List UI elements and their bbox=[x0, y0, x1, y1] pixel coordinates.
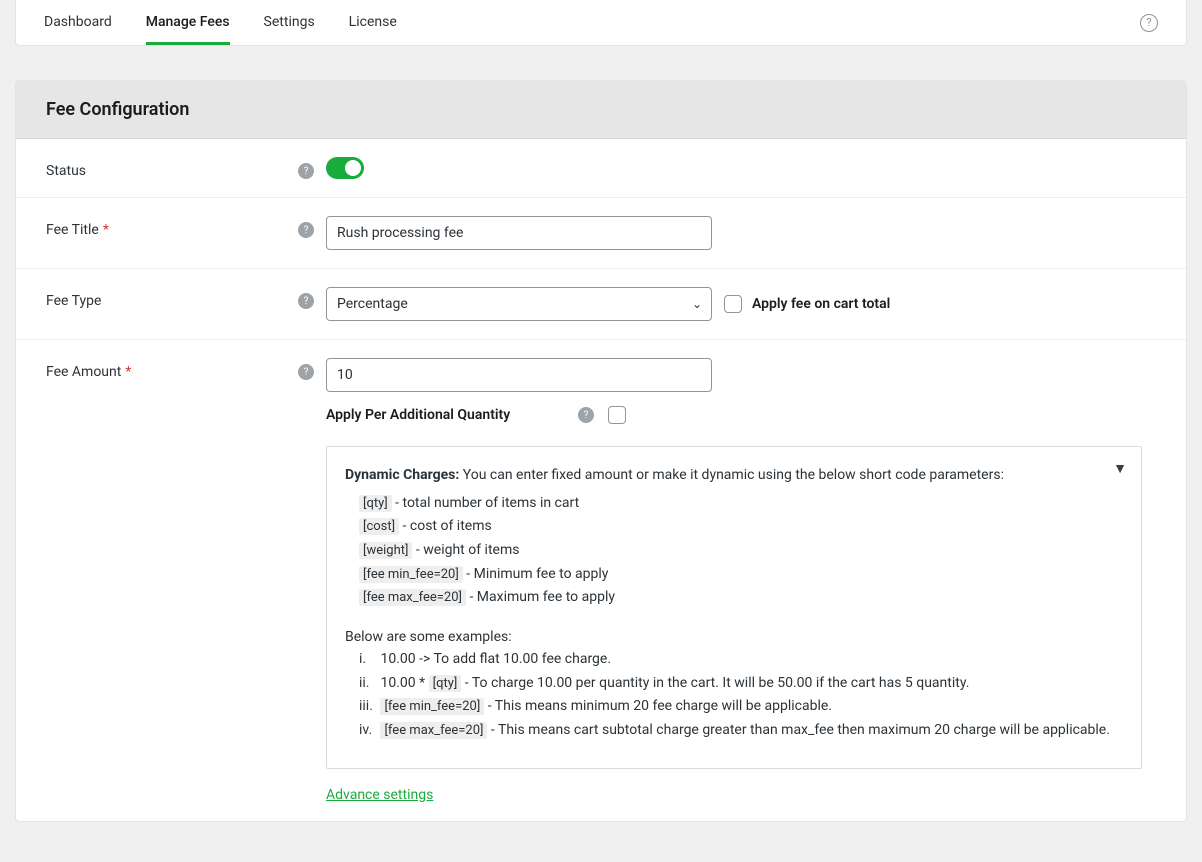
apq-checkbox[interactable] bbox=[608, 406, 626, 424]
help-icon[interactable]: ? bbox=[1140, 14, 1158, 32]
examples-list: i. 10.00 -> To add flat 10.00 fee charge… bbox=[359, 649, 1123, 742]
fee-config-card: Fee Configuration Status ? Fee Title* ? bbox=[15, 80, 1187, 822]
section-title: Fee Configuration bbox=[46, 99, 1156, 120]
apq-label: Apply Per Additional Quantity bbox=[326, 407, 564, 423]
label-fee-title: Fee Title* bbox=[46, 216, 286, 238]
top-tabs-card: Dashboard Manage Fees Settings License ? bbox=[15, 0, 1187, 46]
row-fee-type: Fee Type ? Percentage ⌄ Apply fee on car… bbox=[16, 269, 1186, 340]
tab-license[interactable]: License bbox=[349, 0, 397, 45]
help-status-icon[interactable]: ? bbox=[298, 163, 314, 179]
apply-on-cart-total-checkbox[interactable] bbox=[724, 295, 742, 313]
help-fee-title-icon[interactable]: ? bbox=[298, 222, 314, 238]
help-fee-amount-icon[interactable]: ? bbox=[298, 364, 314, 380]
dynamic-title: Dynamic Charges: bbox=[345, 467, 459, 483]
fee-type-select[interactable]: Percentage bbox=[326, 287, 712, 321]
tab-manage-fees[interactable]: Manage Fees bbox=[146, 0, 230, 45]
apply-on-cart-total-label: Apply fee on cart total bbox=[752, 296, 890, 312]
dynamic-charges-info: ▼ Dynamic Charges: You can enter fixed a… bbox=[326, 446, 1142, 769]
dynamic-intro: You can enter fixed amount or make it dy… bbox=[459, 467, 1004, 483]
help-fee-type-icon[interactable]: ? bbox=[298, 293, 314, 309]
tab-bar: Dashboard Manage Fees Settings License bbox=[44, 0, 397, 45]
status-toggle[interactable] bbox=[326, 157, 364, 179]
tab-dashboard[interactable]: Dashboard bbox=[44, 0, 112, 45]
fee-title-input[interactable] bbox=[326, 216, 712, 250]
row-fee-amount: Fee Amount* ? Apply Per Additional Quant… bbox=[16, 340, 1186, 821]
label-status: Status bbox=[46, 157, 286, 179]
fee-amount-input[interactable] bbox=[326, 358, 712, 392]
row-fee-title: Fee Title* ? bbox=[16, 198, 1186, 269]
row-status: Status ? bbox=[16, 139, 1186, 198]
shortcode-list: [qty] - total number of items in cart [c… bbox=[359, 493, 1123, 609]
help-apq-icon[interactable]: ? bbox=[578, 407, 594, 423]
examples-lead: Below are some examples: bbox=[345, 627, 1123, 649]
section-header: Fee Configuration bbox=[16, 81, 1186, 139]
label-fee-type: Fee Type bbox=[46, 287, 286, 309]
tab-settings[interactable]: Settings bbox=[264, 0, 315, 45]
label-fee-amount: Fee Amount* bbox=[46, 358, 286, 380]
advance-settings-link[interactable]: Advance settings bbox=[326, 787, 433, 803]
collapse-icon[interactable]: ▼ bbox=[1113, 459, 1127, 481]
